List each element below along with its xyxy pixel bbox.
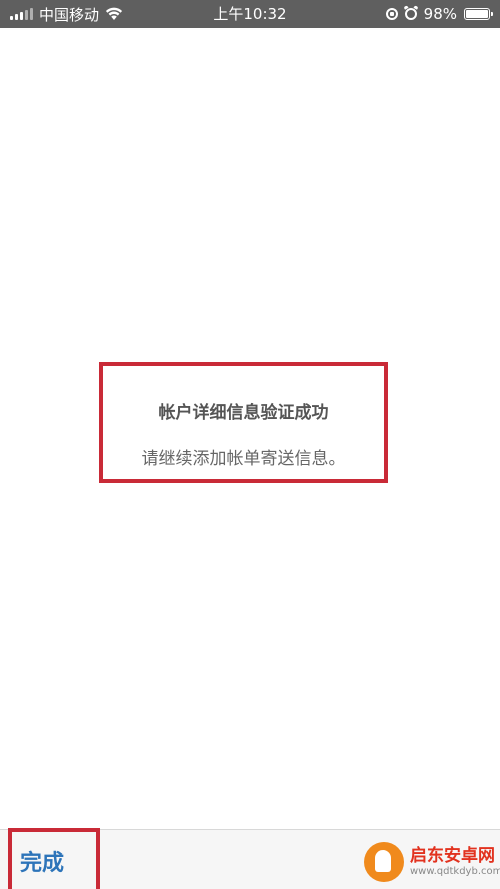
carrier-name: 中国移动 (39, 5, 100, 24)
alarm-icon (404, 8, 417, 20)
message-title: 帐户详细信息验证成功 (158, 403, 329, 423)
status-right: 98% (385, 5, 493, 23)
status-bar: 中国移动 上午10:32 98% (0, 0, 500, 28)
watermark-name: 启东安卓网 (410, 846, 495, 867)
watermark: 启东安卓网 www.qdtkdyb.com (364, 838, 500, 886)
status-left: 中国移动 (10, 4, 123, 25)
watermark-url: www.qdtkdyb.com (410, 865, 500, 877)
done-button[interactable]: 完成 (8, 828, 100, 889)
battery-icon (464, 8, 493, 20)
rotation-lock-icon (385, 8, 398, 20)
battery-fill (466, 10, 488, 18)
watermark-logo-icon (364, 842, 404, 882)
battery-percent: 98% (423, 5, 457, 23)
wifi-icon (105, 7, 123, 20)
message-body: 请继续添加帐单寄送信息。 (141, 449, 346, 469)
verification-message: 帐户详细信息验证成功 请继续添加帐单寄送信息。 (99, 362, 388, 483)
watermark-text: 启东安卓网 www.qdtkdyb.com (410, 847, 500, 877)
signal-icon (10, 8, 33, 20)
